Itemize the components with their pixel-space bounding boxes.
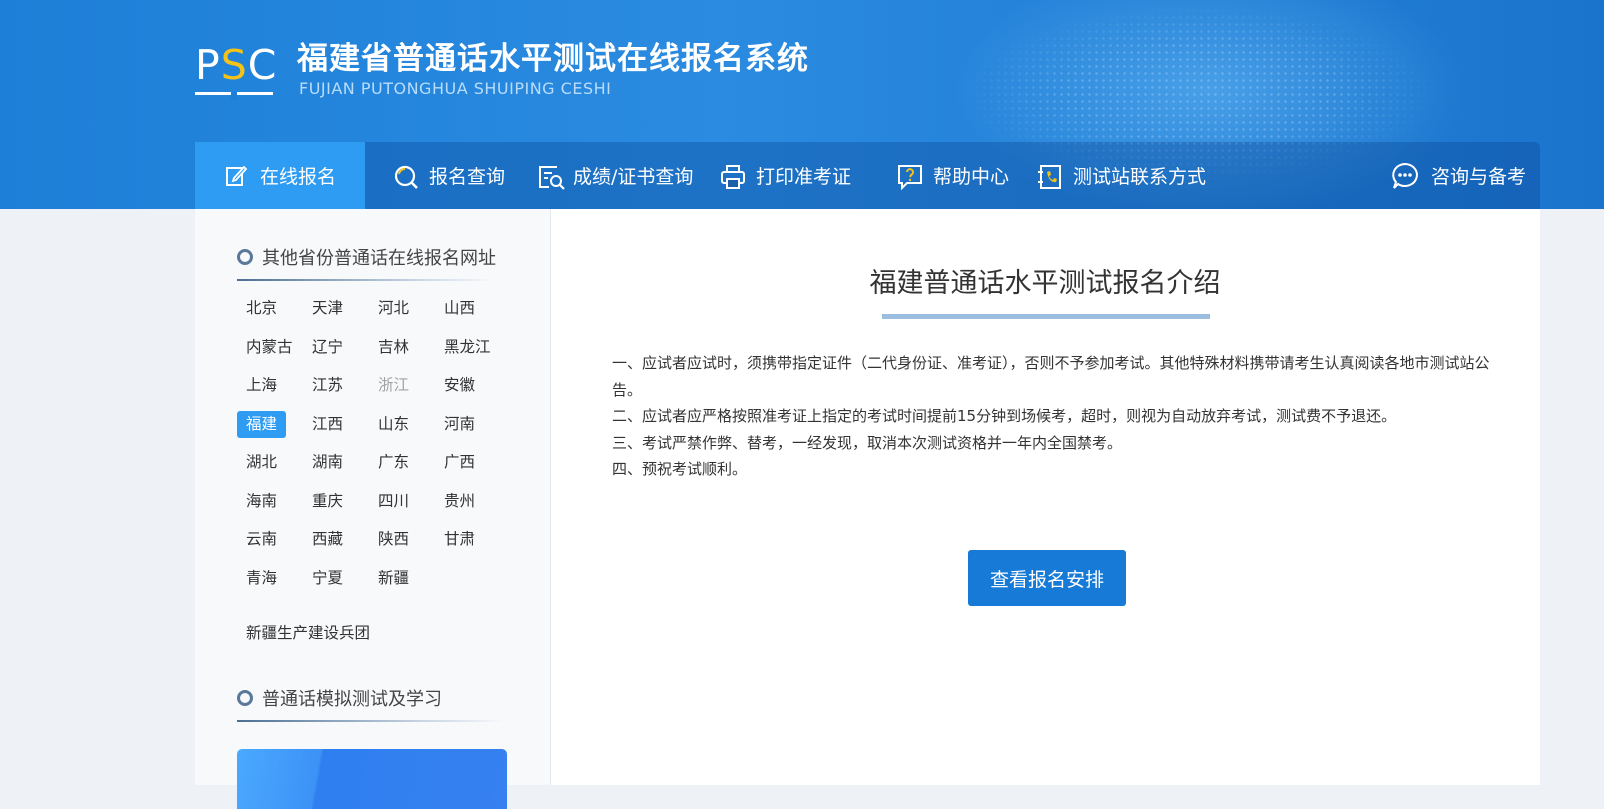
nav-online-registration[interactable]: 在线报名 bbox=[195, 142, 365, 209]
province-link[interactable]: 上海 bbox=[237, 372, 286, 399]
province-link[interactable]: 云南 bbox=[237, 526, 286, 553]
province-link[interactable]: 河南 bbox=[435, 411, 484, 438]
site-title: 福建省普通话水平测试在线报名系统 bbox=[297, 41, 809, 77]
psc-logo: PSC bbox=[195, 41, 278, 100]
edit-icon bbox=[224, 164, 248, 188]
province-link[interactable]: 山西 bbox=[435, 295, 484, 322]
province-link[interactable]: 广西 bbox=[435, 449, 484, 476]
province-link[interactable]: 广东 bbox=[369, 449, 418, 476]
nav-label: 打印准考证 bbox=[756, 166, 852, 188]
study-heading-text: 普通话模拟测试及学习 bbox=[262, 689, 442, 710]
logo-letter-c: C bbox=[247, 41, 278, 89]
nav-label: 帮助中心 bbox=[933, 166, 1010, 188]
province-link[interactable]: 辽宁 bbox=[303, 334, 352, 361]
logo-letter-p: P bbox=[195, 41, 221, 89]
printer-icon bbox=[720, 164, 745, 189]
notice-item: 三、考试严禁作弊、替考，一经发现，取消本次测试资格并一年内全国禁考。 bbox=[612, 433, 1123, 452]
nav-print-admission-ticket[interactable]: 打印准考证 bbox=[720, 142, 851, 209]
province-link[interactable]: 内蒙古 bbox=[237, 334, 302, 361]
province-link[interactable]: 甘肃 bbox=[435, 526, 484, 553]
nav-consult-prepare[interactable]: 咨询与备考 bbox=[1391, 142, 1526, 209]
province-link[interactable]: 天津 bbox=[303, 295, 352, 322]
province-link[interactable]: 江苏 bbox=[303, 372, 352, 399]
search-icon bbox=[393, 164, 418, 189]
province-link[interactable]: 宁夏 bbox=[303, 565, 352, 592]
province-link[interactable]: 福建 bbox=[237, 411, 287, 438]
provinces-heading: 其他省份普通话在线报名网址 bbox=[237, 243, 496, 271]
nav-label: 测试站联系方式 bbox=[1073, 166, 1207, 188]
chat-icon bbox=[1391, 162, 1419, 190]
province-link[interactable]: 北京 bbox=[237, 295, 286, 322]
heading-underline bbox=[237, 279, 495, 281]
province-link[interactable]: 陕西 bbox=[369, 526, 418, 553]
main-panel: 其他省份普通话在线报名网址 北京 天津 河北 山西内蒙古 辽宁 吉林 黑龙江上海 江苏 浙江 安徽… bbox=[195, 209, 1540, 809]
provinces-heading-text: 其他省份普通话在线报名网址 bbox=[262, 248, 496, 269]
help-icon bbox=[897, 164, 922, 190]
heading-underline bbox=[237, 720, 505, 722]
province-link[interactable]: 湖北 bbox=[237, 449, 286, 476]
province-link[interactable]: 山东 bbox=[369, 411, 418, 438]
nav-score-certificate-query[interactable]: 成绩/证书查询 bbox=[537, 142, 693, 209]
province-link[interactable]: 四川 bbox=[369, 488, 418, 515]
notice-item: 一、应试者应试时，须携带指定证件（二代身份证、准考证），否则不予参加考试。其他特… bbox=[612, 354, 1490, 399]
province-link[interactable]: 浙江 bbox=[369, 372, 418, 399]
province-link[interactable]: 海南 bbox=[237, 488, 286, 515]
study-banner[interactable] bbox=[237, 749, 507, 809]
site-header: PSC 福建省普通话水平测试在线报名系统 FUJIAN PUTONGHUA SH… bbox=[0, 0, 1604, 209]
province-link[interactable]: 江西 bbox=[303, 411, 352, 438]
study-heading: 普通话模拟测试及学习 bbox=[237, 684, 442, 712]
nav-label: 在线报名 bbox=[259, 166, 336, 188]
province-link[interactable]: 新疆 bbox=[369, 565, 418, 592]
site-subtitle: FUJIAN PUTONGHUA SHUIPING CESHI bbox=[299, 79, 612, 98]
certificate-search-icon bbox=[537, 164, 565, 190]
nav-label: 成绩/证书查询 bbox=[573, 166, 694, 188]
notice-list: 一、应试者应试时，须携带指定证件（二代身份证、准考证），否则不予参加考试。其他特… bbox=[612, 350, 1492, 483]
nav-label: 报名查询 bbox=[429, 166, 506, 188]
nav-label: 咨询与备考 bbox=[1431, 166, 1527, 188]
main-nav: 在线报名 报名查询 成绩/证书查询 打印准考证 帮助中心 测试站联系方式 咨询与… bbox=[195, 142, 1540, 209]
nav-help-center[interactable]: 帮助中心 bbox=[897, 142, 1009, 209]
circle-bullet-icon bbox=[237, 249, 253, 265]
province-link[interactable]: 湖南 bbox=[303, 449, 352, 476]
circle-bullet-icon bbox=[237, 690, 253, 706]
notice-item: 二、应试者应严格按照准考证上指定的考试时间提前15分钟到场候考，超时，则视为自动… bbox=[612, 407, 1397, 425]
notice-item: 四、预祝考试顺利。 bbox=[612, 460, 748, 478]
province-link[interactable]: 青海 bbox=[237, 565, 286, 592]
logo-book-icon bbox=[195, 92, 273, 100]
title-underline bbox=[882, 314, 1210, 319]
view-schedule-button[interactable]: 查看报名安排 bbox=[968, 550, 1126, 606]
province-link[interactable]: 西藏 bbox=[303, 526, 352, 553]
logo-letter-s: S bbox=[220, 41, 248, 89]
province-link-xinjiang-corps[interactable]: 新疆生产建设兵团 bbox=[237, 620, 379, 647]
nav-registration-query[interactable]: 报名查询 bbox=[393, 142, 505, 209]
content-title: 福建普通话水平测试报名介绍 bbox=[869, 268, 1221, 299]
province-link[interactable]: 河北 bbox=[369, 295, 418, 322]
phone-book-icon bbox=[1037, 164, 1061, 189]
sidebar: 其他省份普通话在线报名网址 北京 天津 河北 山西内蒙古 辽宁 吉林 黑龙江上海 江苏 浙江 安徽… bbox=[195, 209, 551, 809]
province-link[interactable]: 重庆 bbox=[303, 488, 352, 515]
province-link[interactable]: 吉林 bbox=[369, 334, 418, 361]
province-link[interactable]: 黑龙江 bbox=[435, 334, 500, 361]
province-link[interactable]: 安徽 bbox=[435, 372, 484, 399]
province-link[interactable]: 贵州 bbox=[435, 488, 484, 515]
nav-test-station-contacts[interactable]: 测试站联系方式 bbox=[1037, 142, 1206, 209]
